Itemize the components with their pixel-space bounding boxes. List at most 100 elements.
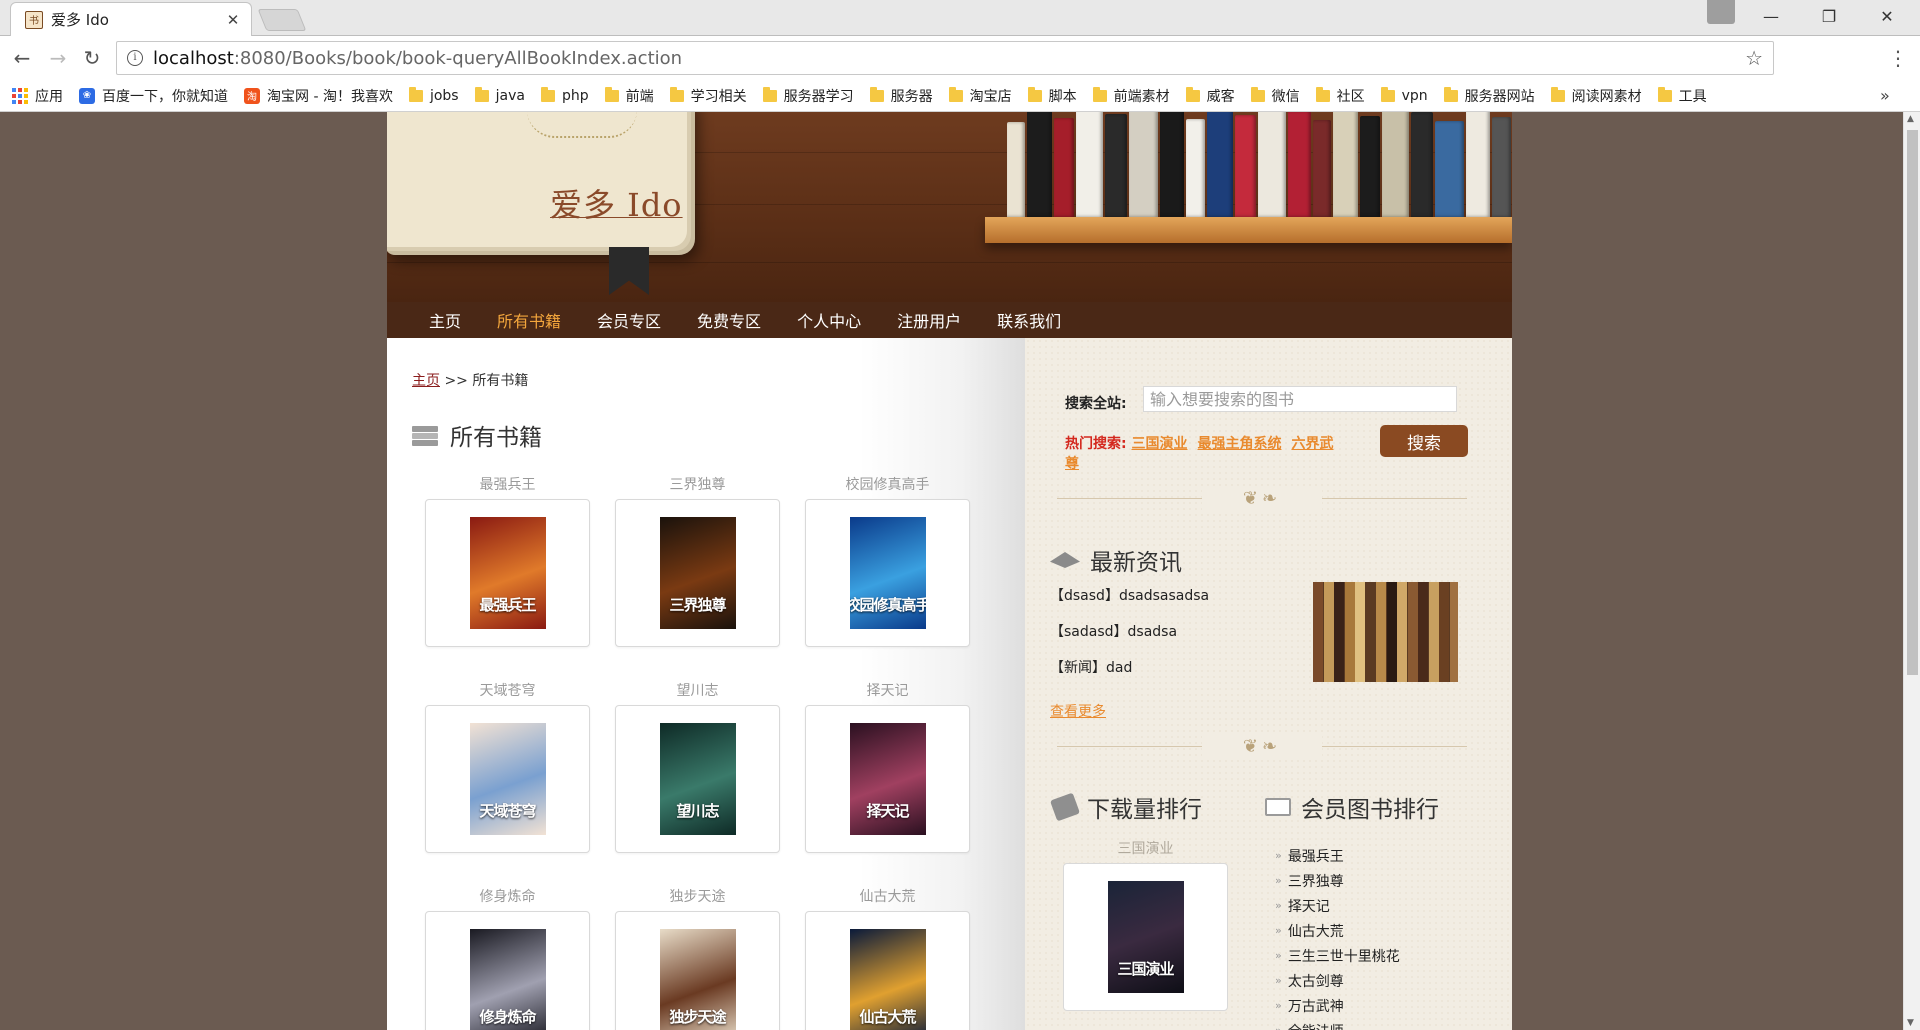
vip-book-title[interactable]: 择天记 (1288, 896, 1330, 916)
bookmark-item[interactable]: 淘宝店 (948, 86, 1012, 106)
browser-tab[interactable]: 书 爱多 Ido ✕ (10, 2, 252, 36)
book-cover-frame[interactable]: 天域苍穹 (425, 705, 590, 853)
page-scrollbar[interactable]: ▲ ▼ (1903, 112, 1920, 1030)
bookmark-item[interactable]: 应用 (12, 86, 63, 106)
browser-menu-icon[interactable]: ⋮ (1888, 46, 1908, 70)
book-card[interactable]: 三界独尊 三界独尊 (615, 474, 780, 647)
new-tab-button[interactable] (257, 9, 307, 31)
nav-item[interactable]: 会员专区 (597, 308, 661, 332)
news-item[interactable]: 【dsasd】dsadsasadsa (1050, 586, 1209, 622)
profile-icon[interactable] (1707, 0, 1735, 24)
vip-ranking-item[interactable]: ›› 三生三世十里桃花 (1275, 943, 1400, 968)
bookmark-item[interactable]: 阅读网素材 (1550, 86, 1642, 106)
bookmark-item[interactable]: jobs (408, 86, 459, 104)
site-logo[interactable]: 爱多 Ido (550, 180, 683, 226)
book-cover-frame[interactable]: 校园修真高手 (805, 499, 970, 647)
reload-icon[interactable]: ↻ (78, 44, 106, 72)
vip-book-title[interactable]: 最强兵王 (1288, 846, 1344, 866)
bookmark-item[interactable]: 社区 (1315, 86, 1365, 106)
bookmark-item[interactable]: 淘淘宝网 - 淘！我喜欢 (244, 86, 393, 106)
bookmark-item[interactable]: 学习相关 (669, 86, 747, 106)
scroll-down-icon[interactable]: ▼ (1907, 1018, 1914, 1028)
search-input[interactable] (1143, 386, 1457, 412)
bookmark-item[interactable]: java (474, 86, 525, 104)
bookmark-item[interactable]: 前端素材 (1092, 86, 1170, 106)
scroll-up-icon[interactable]: ▲ (1907, 114, 1914, 124)
book-card[interactable]: 最强兵王 最强兵王 (425, 474, 590, 647)
book-card[interactable]: 望川志 望川志 (615, 680, 780, 853)
vip-book-title[interactable]: 三界独尊 (1288, 871, 1344, 891)
book-card[interactable]: 仙古大荒 仙古大荒 (805, 886, 970, 1030)
vip-ranking-item[interactable]: ›› 择天记 (1275, 893, 1400, 918)
minimize-icon[interactable]: — (1742, 0, 1800, 32)
more-bookmarks-icon[interactable]: » (1880, 86, 1890, 105)
nav-item[interactable]: 注册用户 (897, 308, 961, 332)
nav-item[interactable]: 个人中心 (797, 308, 861, 332)
vip-ranking-item[interactable]: ›› 三界独尊 (1275, 868, 1400, 893)
bookmark-star-icon[interactable]: ☆ (1745, 46, 1763, 70)
download-top-book[interactable]: 三国演业 三国演业 (1063, 838, 1228, 1011)
vip-book-title[interactable]: 仙古大荒 (1288, 921, 1344, 941)
news-more-link[interactable]: 查看更多 (1050, 701, 1106, 721)
book-title[interactable]: 校园修真高手 (805, 474, 970, 494)
bookmark-item[interactable]: ❀ 百度一下，你就知道 (79, 86, 228, 106)
book-title[interactable]: 最强兵王 (425, 474, 590, 494)
restore-icon[interactable]: ❐ (1800, 0, 1858, 32)
book-card[interactable]: 修身炼命 修身炼命 (425, 886, 590, 1030)
book-cover-frame[interactable]: 修身炼命 (425, 911, 590, 1030)
book-title[interactable]: 望川志 (615, 680, 780, 700)
book-cover-frame[interactable]: 独步天途 (615, 911, 780, 1030)
book-card[interactable]: 天域苍穹 天域苍穹 (425, 680, 590, 853)
tab-close-icon[interactable]: ✕ (225, 11, 241, 29)
vip-book-title[interactable]: 三生三世十里桃花 (1288, 946, 1400, 966)
bookmark-item[interactable]: 前端 (604, 86, 654, 106)
bookmark-item[interactable]: 微信 (1250, 86, 1300, 106)
book-title[interactable]: 独步天途 (615, 886, 780, 906)
address-bar[interactable]: i localhost:8080/Books/book/book-queryAl… (116, 41, 1774, 75)
bookmark-item[interactable]: 服务器学习 (762, 86, 854, 106)
book-cover-frame[interactable]: 择天记 (805, 705, 970, 853)
nav-item[interactable]: 免费专区 (697, 308, 761, 332)
vip-ranking-item[interactable]: ›› 最强兵王 (1275, 843, 1400, 868)
search-button[interactable]: 搜索 (1380, 425, 1468, 457)
news-item[interactable]: 【sadasd】dsadsa (1050, 622, 1209, 658)
book-title[interactable]: 天域苍穹 (425, 680, 590, 700)
book-title[interactable]: 修身炼命 (425, 886, 590, 906)
vip-book-title[interactable]: 万古武神 (1288, 996, 1344, 1016)
nav-item[interactable]: 联系我们 (997, 308, 1061, 332)
bookmark-item[interactable]: 服务器 (869, 86, 933, 106)
hot-search-link[interactable]: 最强主角系统 (1197, 436, 1281, 452)
vip-ranking-item[interactable]: ›› 仙古大荒 (1275, 918, 1400, 943)
scrollbar-thumb[interactable] (1907, 130, 1918, 675)
nav-item[interactable]: 主页 (429, 308, 461, 332)
vip-book-title[interactable]: 太古剑尊 (1288, 971, 1344, 991)
book-cover-frame[interactable]: 望川志 (615, 705, 780, 853)
site-info-icon[interactable]: i (127, 50, 143, 66)
book-title[interactable]: 三界独尊 (615, 474, 780, 494)
forward-icon[interactable]: → (44, 44, 72, 72)
book-cover-frame[interactable]: 仙古大荒 (805, 911, 970, 1030)
vip-ranking-item[interactable]: ›› 全能法师 (1275, 1018, 1400, 1030)
book-card[interactable]: 择天记 择天记 (805, 680, 970, 853)
bookmark-item[interactable]: 脚本 (1027, 86, 1077, 106)
vip-ranking-item[interactable]: ›› 太古剑尊 (1275, 968, 1400, 993)
hot-search-link[interactable]: 三国演业 (1131, 436, 1187, 452)
close-window-icon[interactable]: ✕ (1858, 0, 1916, 32)
news-item[interactable]: 【新闻】dad (1050, 658, 1209, 694)
bookmark-item[interactable]: 威客 (1185, 86, 1235, 106)
breadcrumb-home-link[interactable]: 主页 (412, 373, 440, 389)
book-cover-frame[interactable]: 三国演业 (1063, 863, 1228, 1011)
vip-book-title[interactable]: 全能法师 (1288, 1021, 1344, 1030)
book-cover-frame[interactable]: 三界独尊 (615, 499, 780, 647)
book-card[interactable]: 独步天途 独步天途 (615, 886, 780, 1030)
book-title[interactable]: 择天记 (805, 680, 970, 700)
book-title[interactable]: 仙古大荒 (805, 886, 970, 906)
book-card[interactable]: 校园修真高手 校园修真高手 (805, 474, 970, 647)
book-cover-frame[interactable]: 最强兵王 (425, 499, 590, 647)
bookmark-item[interactable]: php (540, 86, 589, 104)
bookmark-item[interactable]: 服务器网站 (1443, 86, 1535, 106)
back-icon[interactable]: ← (8, 44, 36, 72)
bookmark-item[interactable]: vpn (1380, 86, 1428, 104)
vip-ranking-item[interactable]: ›› 万古武神 (1275, 993, 1400, 1018)
bookmark-item[interactable]: 工具 (1657, 86, 1707, 106)
